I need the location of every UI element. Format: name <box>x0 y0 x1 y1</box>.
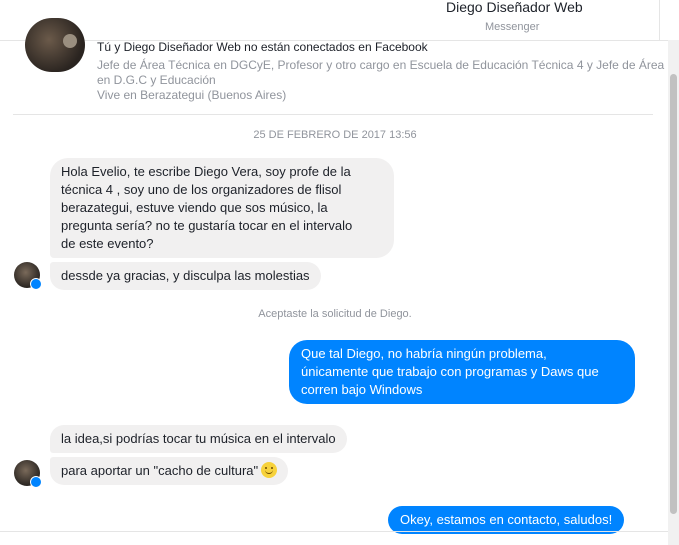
message-line: corren bajo Windows <box>301 382 423 397</box>
profile-avatar[interactable] <box>25 18 85 72</box>
message-line: pregunta sería? no te gustaría tocar en … <box>61 218 353 233</box>
message-line: dessde ya gracias, y disculpa las molest… <box>61 268 310 283</box>
incoming-message[interactable]: la idea,si podrías tocar tu música en el… <box>50 425 347 453</box>
message-line: para aportar un "cacho de cultura" <box>61 463 259 478</box>
message-line: Que tal Diego, no habría ningún problema… <box>301 346 547 361</box>
message-line: berazategui, estuve viendo que sos músic… <box>61 200 328 215</box>
slightly-smiling-face-emoji-icon <box>261 462 278 478</box>
profile-work-line1: Jefe de Área Técnica en DGCyE, Profesor … <box>97 58 665 72</box>
outgoing-message[interactable]: Okey, estamos en contacto, saludos! <box>388 506 625 534</box>
profile-location: Vive en Berazategui (Buenos Aires) <box>97 88 287 102</box>
incoming-message[interactable]: dessde ya gracias, y disculpa las molest… <box>50 262 321 290</box>
not-connected-notice: Tú y Diego Diseñador Web no están conect… <box>97 40 428 54</box>
system-message: Aceptaste la solicitud de Diego. <box>258 308 412 320</box>
messenger-badge-icon <box>30 278 42 290</box>
sender-avatar[interactable] <box>14 460 42 488</box>
contact-name[interactable]: Diego Diseñador Web <box>446 0 583 15</box>
sender-avatar[interactable] <box>14 262 42 290</box>
messenger-badge-icon <box>30 476 42 488</box>
message-line: técnica 4 , soy uno de los organizadores… <box>61 182 342 197</box>
profile-work-line2: en D.G.C y Educación <box>97 73 216 87</box>
composer-divider <box>0 531 670 532</box>
scrollbar-thumb[interactable] <box>670 74 677 514</box>
message-line: la idea,si podrías tocar tu música en el… <box>61 431 336 446</box>
outgoing-message[interactable]: Que tal Diego, no habría ningún problema… <box>289 340 635 404</box>
date-separator: 25 DE FEBRERO DE 2017 13:56 <box>253 129 417 141</box>
message-line: Hola Evelio, te escribe Diego Vera, soy … <box>61 164 351 179</box>
message-line: Okey, estamos en contacto, saludos! <box>400 512 613 527</box>
message-line: únicamente que trabajo con programas y D… <box>301 364 599 379</box>
app-label: Messenger <box>485 21 540 33</box>
incoming-message[interactable]: Hola Evelio, te escribe Diego Vera, soy … <box>50 158 394 258</box>
header-divider <box>659 0 660 40</box>
scrollbar[interactable] <box>668 40 679 545</box>
message-line: de este evento? <box>61 236 154 251</box>
incoming-message[interactable]: para aportar un "cacho de cultura" <box>50 457 289 485</box>
profile-divider <box>13 114 653 115</box>
conversation-header: Diego Diseñador Web Messenger <box>0 0 679 41</box>
